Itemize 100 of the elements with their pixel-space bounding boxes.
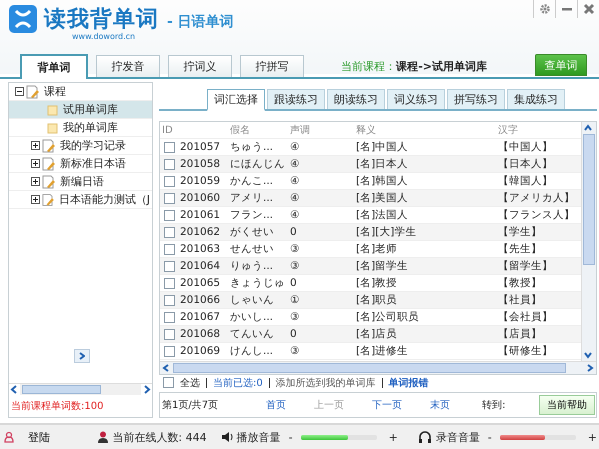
meaning-cell: [名]韩国人 (356, 174, 408, 188)
practice-tab[interactable]: 词汇选择 (207, 89, 265, 111)
kanji-cell: 【留学生】 (498, 259, 553, 273)
kana-cell: アメリ... (230, 191, 274, 205)
headphones-icon (418, 430, 432, 444)
chevron-right-icon (79, 352, 85, 360)
kanji-cell: 【アメリカ人】 (498, 191, 575, 205)
row-checkbox[interactable] (164, 278, 175, 288)
kana-cell: にほんじん (230, 157, 285, 171)
kanji-cell: 【店員】 (498, 327, 542, 341)
volume-label: 录音音量 (436, 430, 480, 444)
row-checkbox[interactable] (164, 192, 175, 204)
scrollbar-thumb[interactable] (22, 385, 102, 394)
row-checkbox[interactable] (164, 226, 175, 238)
row-checkbox[interactable] (164, 312, 175, 322)
kanji-cell: 【中国人】 (498, 140, 553, 154)
main-tab[interactable]: 拧词义 (168, 55, 232, 77)
meaning-cell: [名]职员 (356, 293, 398, 307)
id-cell: 201064 (180, 260, 220, 272)
id-cell: 201058 (180, 158, 220, 170)
practice-tab[interactable]: 词义练习 (387, 89, 445, 109)
row-checkbox[interactable] (164, 260, 175, 272)
person-icon (98, 431, 108, 443)
row-checkbox[interactable] (164, 142, 175, 152)
kanji-cell: 【会社員】 (498, 310, 553, 324)
practice-tab[interactable]: 集成练习 (507, 89, 565, 109)
main-tab[interactable]: 拧拼写 (240, 55, 304, 77)
row-checkbox[interactable] (164, 328, 175, 340)
meaning-cell: [名]日本人 (356, 157, 408, 171)
row-checkbox[interactable] (164, 346, 175, 356)
volume-decrease[interactable]: - (288, 430, 293, 444)
meaning-cell: [名]留学生 (356, 259, 408, 273)
login-button[interactable]: 登陆 (28, 430, 50, 444)
id-cell: 201060 (180, 192, 220, 204)
meaning-cell: [名]进修生 (356, 344, 408, 358)
volume-slider[interactable] (300, 434, 377, 440)
tree-item[interactable]: 新标准日本语 (58, 155, 128, 172)
practice-tab[interactable]: 跟读练习 (267, 89, 325, 109)
id-cell: 201059 (180, 175, 220, 187)
scroll-right-button[interactable] (74, 349, 90, 363)
kanji-cell: 【フランス人】 (498, 208, 575, 222)
main-tab[interactable]: 拧发音 (96, 55, 160, 77)
id-cell: 201061 (180, 209, 220, 221)
main-tab[interactable]: 背单词 (20, 54, 88, 79)
page-link[interactable]: 首页 (266, 398, 286, 412)
meaning-cell: [名]老师 (356, 242, 398, 256)
tree-item[interactable]: 日本语能力测试（J (56, 191, 152, 208)
website-url: www.doword.cn (71, 32, 136, 41)
tree-item[interactable]: 我的单词库 (61, 119, 120, 136)
volume-slider[interactable] (500, 434, 576, 440)
kanji-cell: 【先生】 (498, 242, 542, 256)
help-button[interactable]: 当前帮助 (539, 395, 595, 415)
tone-cell: ④ (290, 192, 300, 204)
document-icon (26, 84, 40, 98)
meaning-cell: [名]法国人 (356, 208, 408, 222)
scrollbar-thumb[interactable] (173, 363, 566, 373)
meaning-cell: [名]美国人 (356, 191, 408, 205)
row-checkbox[interactable] (164, 244, 175, 254)
settings-icon (538, 3, 550, 15)
row-checkbox[interactable] (164, 210, 175, 220)
tree-item[interactable]: 课程 (42, 83, 68, 100)
tone-cell: ③ (290, 243, 300, 255)
kana-cell: がくせい (230, 225, 274, 239)
select-all-checkbox[interactable] (163, 377, 174, 388)
tree-item[interactable]: 我的学习记录 (58, 137, 128, 154)
volume-decrease[interactable]: - (488, 430, 492, 444)
row-checkbox[interactable] (164, 158, 175, 170)
kana-cell: かいし... (230, 310, 274, 324)
volume-increase[interactable]: + (588, 430, 597, 444)
meaning-cell: [名]公司职员 (356, 310, 420, 324)
app-subtitle: - 日语单词 (167, 13, 234, 31)
id-cell: 201057 (180, 141, 220, 153)
practice-tab[interactable]: 拼写练习 (447, 89, 505, 109)
column-header: ID (160, 122, 226, 139)
report-error-link[interactable]: 单词报错 (388, 376, 429, 390)
tone-cell: ③ (290, 260, 300, 272)
page-info: 第1页/共7页 (162, 398, 218, 412)
kanji-cell: 【研修生】 (498, 344, 553, 358)
scrollbar-thumb[interactable] (583, 134, 595, 265)
word-count-label: 当前课程单词数:100 (10, 400, 104, 414)
meaning-cell: [名][大]学生 (356, 225, 416, 239)
page-link[interactable]: 末页 (430, 398, 450, 412)
kanji-cell: 【教授】 (498, 276, 542, 290)
current-course: 当前课程：课程->试用单词库 (341, 59, 487, 74)
row-checkbox[interactable] (164, 176, 175, 186)
volume-increase[interactable]: + (388, 430, 398, 444)
document-icon (42, 174, 56, 188)
add-to-list-link[interactable]: 添加所选到我的单词库 (276, 376, 376, 390)
user-icon (4, 431, 14, 443)
row-checkbox[interactable] (164, 294, 175, 306)
tone-cell: ③ (290, 311, 300, 323)
column-header: 释义 (336, 122, 494, 139)
practice-tab[interactable]: 朗读练习 (327, 89, 385, 109)
tree-item[interactable]: 新编日语 (58, 173, 106, 190)
kanji-cell: 【韓国人】 (498, 174, 553, 188)
logo-icon (8, 4, 38, 34)
id-cell: 201065 (180, 277, 220, 289)
volume-label: 播放音量 (236, 430, 281, 444)
page-link[interactable]: 下一页 (372, 398, 402, 412)
tone-cell: ④ (290, 175, 300, 187)
